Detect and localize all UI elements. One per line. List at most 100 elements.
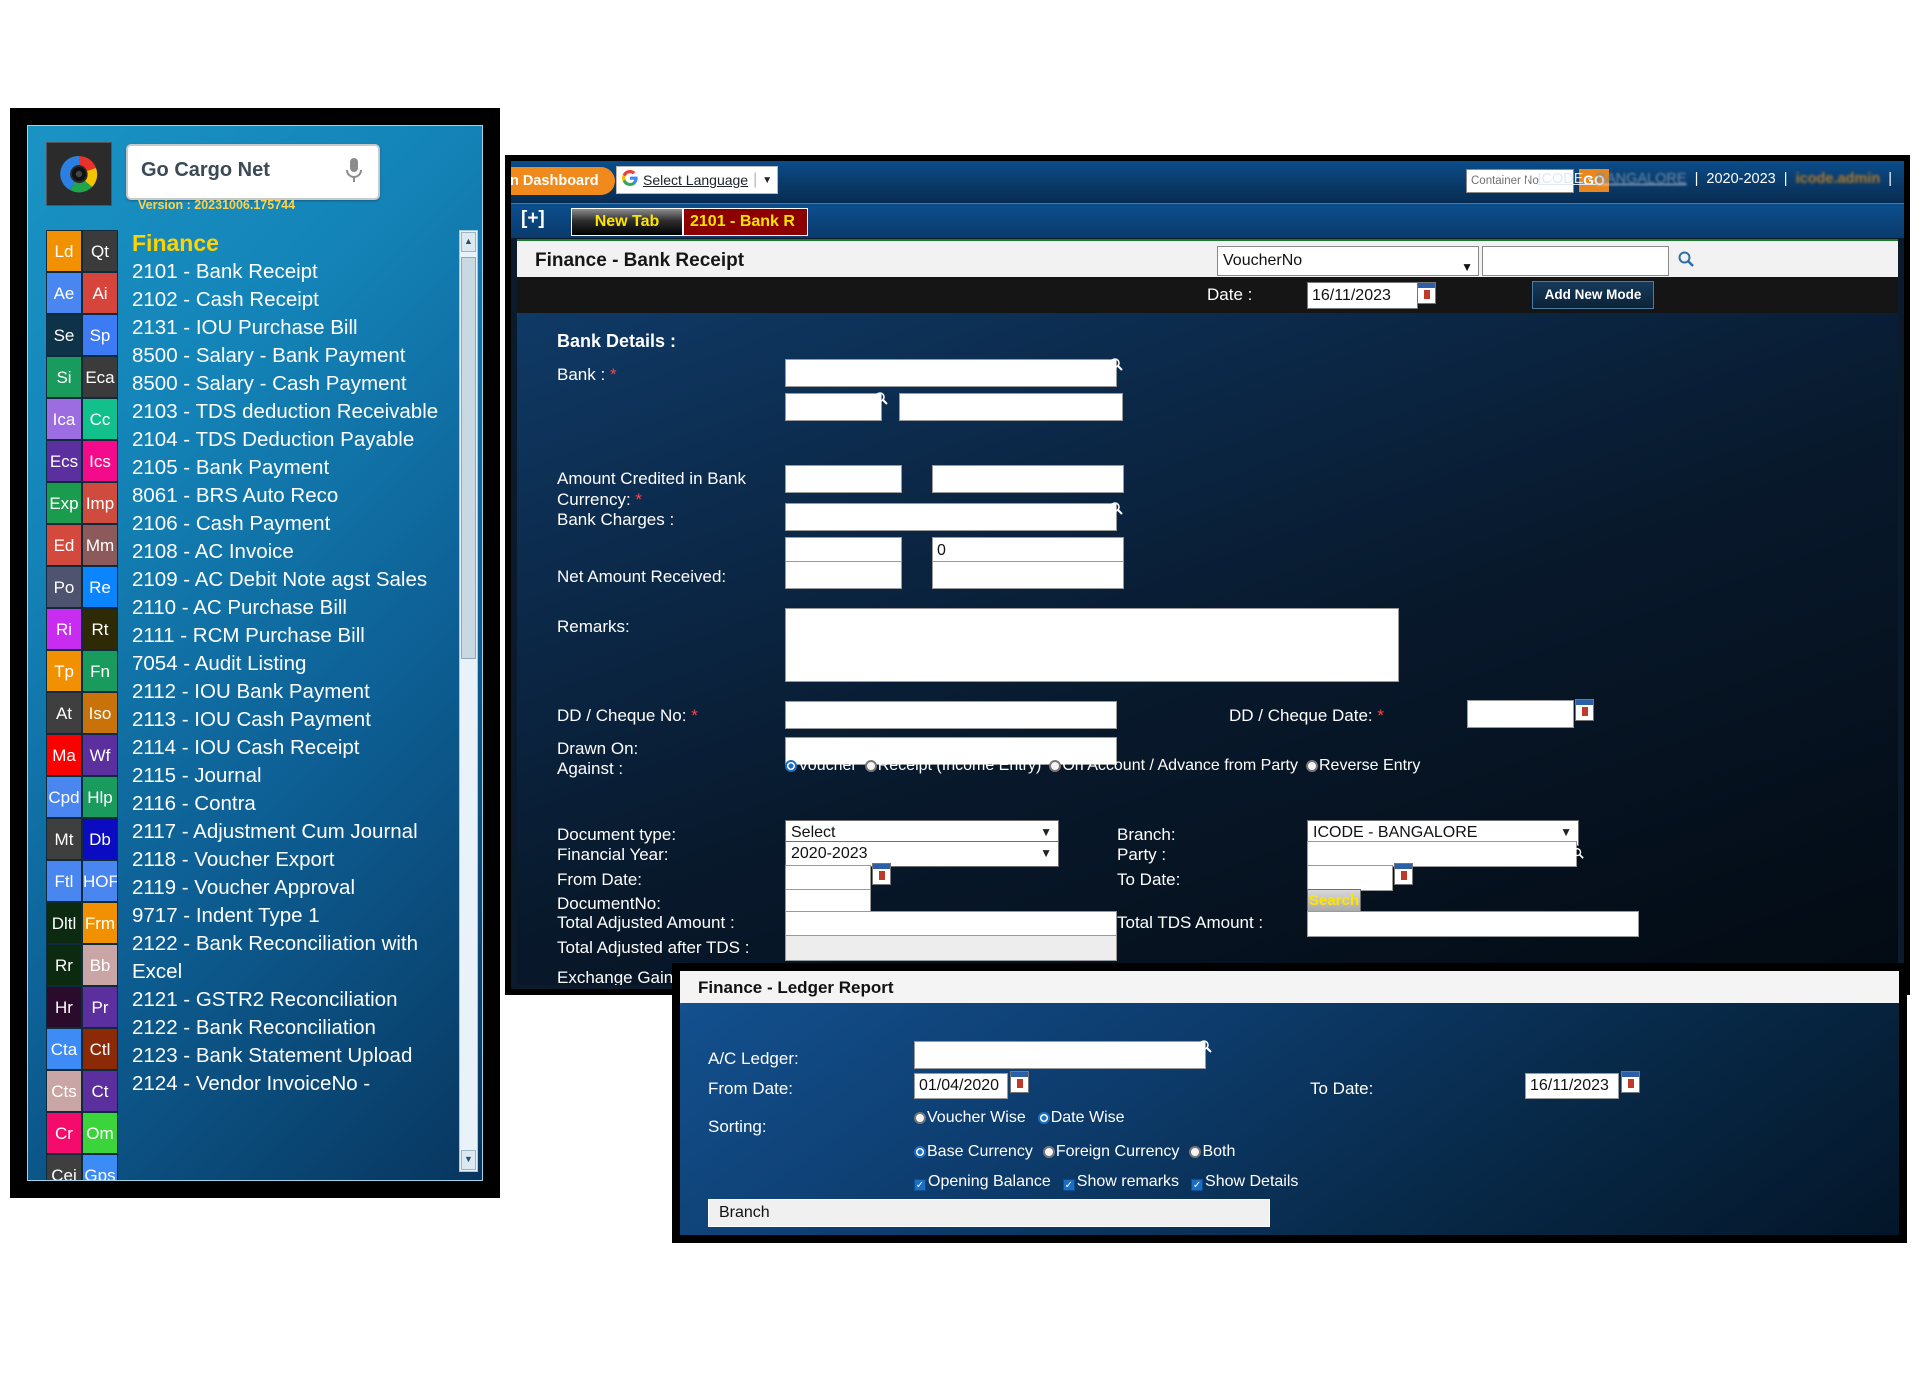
branch-listbox[interactable]: Branch (708, 1199, 1270, 1227)
menu-item[interactable]: 2114 - IOU Cash Receipt (132, 734, 456, 762)
radio-icon[interactable] (1037, 1112, 1050, 1124)
tile-fn[interactable]: Fn (82, 650, 118, 692)
calendar-icon[interactable] (1575, 699, 1594, 721)
to-date-input[interactable] (1307, 865, 1393, 891)
tile-ftl[interactable]: Ftl (46, 860, 82, 902)
ledger-from-date-input[interactable]: 01/04/2020 (914, 1073, 1008, 1099)
tile-mm[interactable]: Mm (82, 524, 118, 566)
currency-option[interactable]: Foreign Currency (1042, 1143, 1179, 1160)
calendar-icon[interactable] (1621, 1071, 1640, 1093)
calendar-icon[interactable] (1010, 1071, 1029, 1093)
tile-se[interactable]: Se (46, 314, 82, 356)
scroll-up-icon[interactable]: ▲ (461, 232, 476, 252)
tile-rr[interactable]: Rr (46, 944, 82, 986)
tile-sp[interactable]: Sp (82, 314, 118, 356)
menu-item[interactable]: 2103 - TDS deduction Receivable (132, 398, 456, 426)
menu-item[interactable]: 2104 - TDS Deduction Payable (132, 426, 456, 454)
menu-item[interactable]: 2119 - Voucher Approval (132, 874, 456, 902)
tile-cr[interactable]: Cr (46, 1112, 82, 1154)
tile-ctl[interactable]: Ctl (82, 1028, 118, 1070)
tile-hlp[interactable]: Hlp (82, 776, 118, 818)
tile-cei[interactable]: Cei (46, 1154, 82, 1180)
tile-re[interactable]: Re (82, 566, 118, 608)
tile-ecs[interactable]: Ecs (46, 440, 82, 482)
select-language-widget[interactable]: Select Language | ▼ (616, 166, 779, 194)
menu-item[interactable]: 2123 - Bank Statement Upload (132, 1042, 456, 1070)
calendar-icon[interactable] (1417, 282, 1436, 304)
tile-cc[interactable]: Cc (82, 398, 118, 440)
menu-item[interactable]: 2122 - Bank Reconciliation with Excel (132, 930, 456, 986)
net-amount-input[interactable] (932, 561, 1124, 589)
radio-icon[interactable] (914, 1146, 926, 1158)
header-search-input[interactable] (1482, 246, 1669, 276)
bank-charges-input[interactable] (785, 503, 1117, 531)
net-currency-input[interactable] (785, 561, 902, 589)
tile-cts[interactable]: Cts (46, 1070, 82, 1112)
tile-ma[interactable]: Ma (46, 734, 82, 776)
menu-item[interactable]: 7054 - Audit Listing (132, 650, 456, 678)
checkbox-icon[interactable]: ✓ (1062, 1179, 1075, 1191)
microphone-icon[interactable] (344, 156, 364, 191)
tile-om[interactable]: Om (82, 1112, 118, 1154)
tile-cta[interactable]: Cta (46, 1028, 82, 1070)
radio-icon[interactable] (1049, 760, 1062, 772)
tile-eca[interactable]: Eca (82, 356, 118, 398)
tile-si[interactable]: Si (46, 356, 82, 398)
dd-cheque-no-input[interactable] (785, 701, 1117, 729)
menu-item[interactable]: 2110 - AC Purchase Bill (132, 594, 456, 622)
scroll-down-icon[interactable]: ▼ (461, 1150, 476, 1170)
branch-link[interactable]: ICODE - BANGALORE (1537, 171, 1686, 187)
menu-item[interactable]: 2105 - Bank Payment (132, 454, 456, 482)
tile-ae[interactable]: Ae (46, 272, 82, 314)
tile-ics[interactable]: Ics (82, 440, 118, 482)
scrollbar-thumb[interactable] (461, 257, 476, 659)
tile-tp[interactable]: Tp (46, 650, 82, 692)
menu-item[interactable]: 2106 - Cash Payment (132, 510, 456, 538)
financial-year-select[interactable]: 2020-2023 ▼ (785, 841, 1059, 867)
launcher-scrollbar[interactable]: ▲ ▼ (459, 230, 478, 1172)
tile-po[interactable]: Po (46, 566, 82, 608)
tile-pr[interactable]: Pr (82, 986, 118, 1028)
tile-wf[interactable]: Wf (82, 734, 118, 776)
tile-rt[interactable]: Rt (82, 608, 118, 650)
magnifier-icon[interactable] (1677, 250, 1695, 273)
menu-item[interactable]: 8500 - Salary - Cash Payment (132, 370, 456, 398)
radio-icon[interactable] (1306, 760, 1318, 772)
against-option[interactable]: Reverse Entry (1306, 757, 1420, 774)
calendar-icon[interactable] (872, 863, 891, 885)
amount-currency-input[interactable] (785, 465, 902, 493)
tile-db[interactable]: Db (82, 818, 118, 860)
tile-imp[interactable]: Imp (82, 482, 118, 524)
menu-item[interactable]: 2117 - Adjustment Cum Journal (132, 818, 456, 846)
menu-item[interactable]: 2112 - IOU Bank Payment (132, 678, 456, 706)
menu-item[interactable]: 2118 - Voucher Export (132, 846, 456, 874)
magnifier-icon[interactable] (874, 391, 888, 405)
dd-cheque-date-input[interactable] (1467, 700, 1574, 728)
currency-option[interactable]: Both (1189, 1143, 1235, 1160)
launcher-search-input[interactable]: Go Cargo Net (126, 144, 380, 200)
search-button[interactable]: Search (1307, 889, 1361, 913)
amount-credited-input[interactable] (932, 465, 1124, 493)
checkbox-icon[interactable]: ✓ (1191, 1179, 1204, 1191)
tile-hr[interactable]: Hr (46, 986, 82, 1028)
tile-ed[interactable]: Ed (46, 524, 82, 566)
ac-ledger-input[interactable] (914, 1041, 1206, 1069)
tile-exp[interactable]: Exp (46, 482, 82, 524)
tile-bb[interactable]: Bb (82, 944, 118, 986)
menu-item[interactable]: 8500 - Salary - Bank Payment (132, 342, 456, 370)
search-by-select[interactable]: VoucherNo ▼ (1217, 246, 1479, 276)
tile-gps[interactable]: Gps (82, 1154, 118, 1180)
party-input[interactable] (1307, 841, 1577, 867)
tile-ica[interactable]: Ica (46, 398, 82, 440)
add-tab-button[interactable]: [+] (521, 208, 545, 230)
total-tds-input[interactable] (1307, 911, 1639, 937)
remarks-textarea[interactable] (785, 608, 1399, 682)
bank-name-input[interactable] (899, 393, 1123, 421)
menu-item[interactable]: 2124 - Vendor InvoiceNo - (132, 1070, 456, 1098)
menu-item[interactable]: 2111 - RCM Purchase Bill (132, 622, 456, 650)
tile-ld[interactable]: Ld (46, 230, 82, 272)
tile-frm[interactable]: Frm (82, 902, 118, 944)
against-option[interactable]: Receipt (Income Entry) (864, 757, 1041, 774)
tile-at[interactable]: At (46, 692, 82, 734)
bank-input[interactable] (785, 359, 1117, 387)
